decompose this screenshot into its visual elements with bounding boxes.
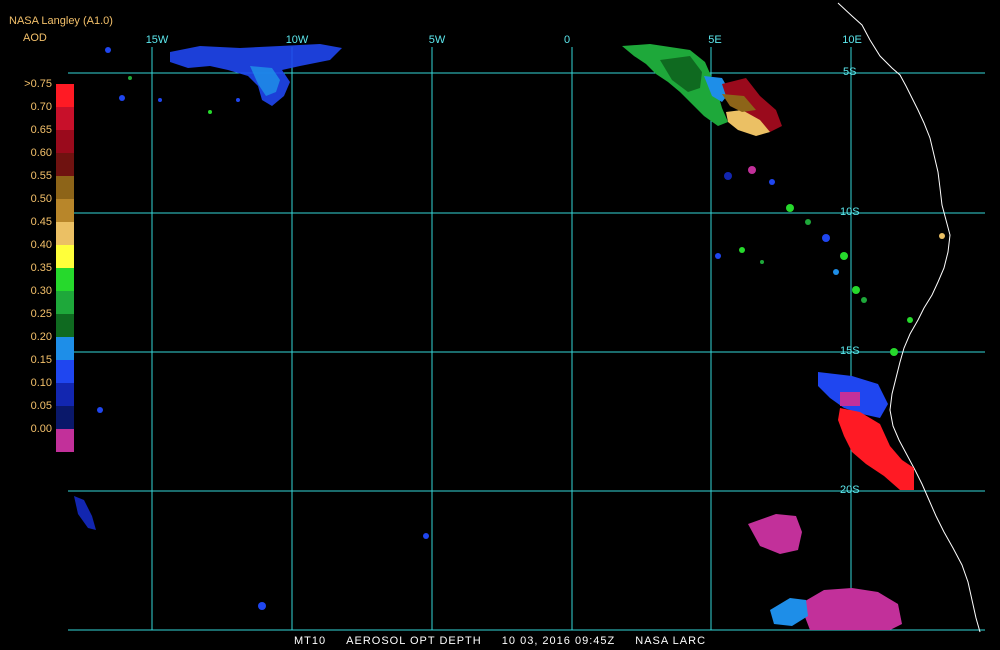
lat-tick-20s: 20S — [840, 484, 860, 496]
lat-tick-10s: 10S — [840, 206, 860, 218]
legend-swatch — [56, 429, 74, 452]
legend-swatch — [56, 222, 74, 245]
lat-tick-15s: 15S — [840, 345, 860, 357]
legend-label: 0.45 — [30, 216, 52, 228]
legend-swatch — [56, 360, 74, 383]
caption-source: NASA LARC — [635, 635, 707, 647]
lon-tick-5e: 5E — [708, 34, 722, 46]
aod-map — [0, 0, 1000, 650]
lon-tick-10e: 10E — [842, 34, 862, 46]
legend-swatch — [56, 314, 74, 337]
legend-label: 0.40 — [30, 239, 52, 251]
legend-swatch — [56, 383, 74, 406]
lat-tick-5s: 5S — [843, 66, 857, 78]
lon-tick-10w: 10W — [285, 34, 309, 46]
caption-sensor: MT10 — [293, 635, 327, 647]
legend-label: 0.20 — [30, 331, 52, 343]
image-caption: MT10 AEROSOL OPT DEPTH 10 03, 2016 09:45… — [0, 635, 1000, 647]
legend-swatch — [56, 130, 74, 153]
aod-color-legend — [56, 84, 74, 452]
legend-swatch — [56, 107, 74, 130]
product-source-label: NASA Langley (A1.0) — [9, 15, 113, 27]
legend-label: >0.75 — [24, 78, 52, 90]
caption-datetime: 10 03, 2016 09:45Z — [501, 635, 616, 647]
legend-swatch — [56, 268, 74, 291]
legend-label: 0.25 — [30, 308, 52, 320]
legend-label: 0.35 — [30, 262, 52, 274]
legend-label: 0.50 — [30, 193, 52, 205]
legend-label: 0.05 — [30, 400, 52, 412]
legend-swatch — [56, 84, 74, 107]
legend-label: 0.60 — [30, 147, 52, 159]
product-abbrev-label: AOD — [23, 32, 47, 44]
legend-swatch — [56, 199, 74, 222]
legend-swatch — [56, 176, 74, 199]
legend-swatch — [56, 245, 74, 268]
caption-product: AEROSOL OPT DEPTH — [346, 635, 482, 647]
legend-label: 0.10 — [30, 377, 52, 389]
lon-tick-5w: 5W — [428, 34, 446, 46]
lon-tick-0: 0 — [563, 34, 571, 46]
legend-label: 0.00 — [30, 423, 52, 435]
legend-label: 0.30 — [30, 285, 52, 297]
legend-swatch — [56, 153, 74, 176]
legend-swatch — [56, 337, 74, 360]
legend-label: 0.70 — [30, 101, 52, 113]
legend-swatch — [56, 291, 74, 314]
legend-label: 0.55 — [30, 170, 52, 182]
legend-label: 0.65 — [30, 124, 52, 136]
aod-patch-s-magenta — [840, 392, 860, 406]
legend-label: 0.15 — [30, 354, 52, 366]
lon-tick-15w: 15W — [145, 34, 169, 46]
legend-swatch — [56, 406, 74, 429]
